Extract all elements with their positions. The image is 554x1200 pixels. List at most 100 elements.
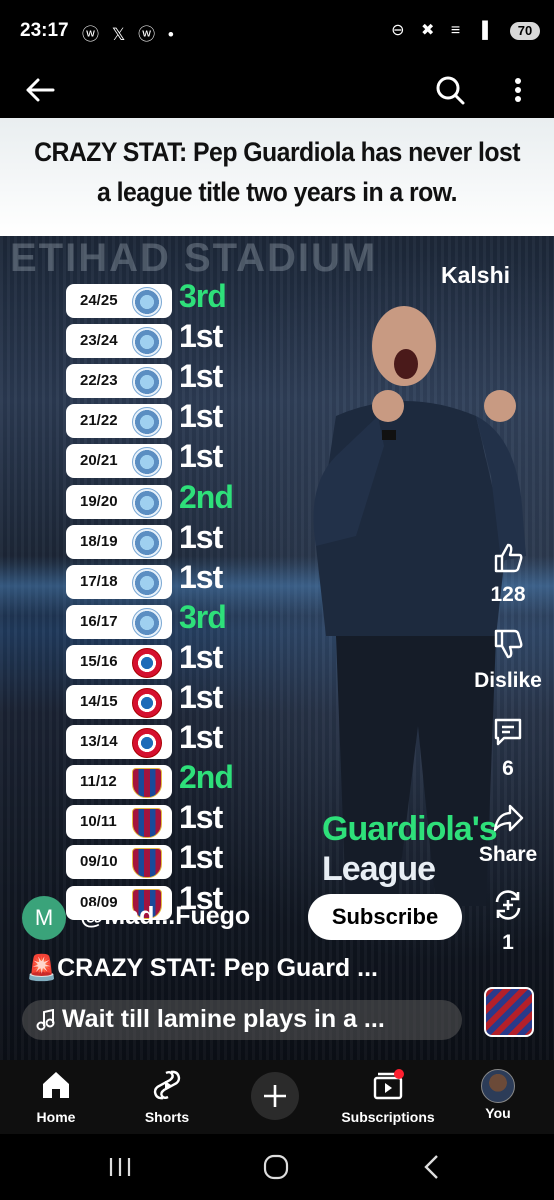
sound-thumbnail[interactable]	[484, 987, 534, 1037]
season-label: 09/10	[80, 853, 118, 871]
dislike-button[interactable]: Dislike	[466, 628, 550, 693]
nav-shorts[interactable]: Shorts	[136, 1068, 198, 1125]
season-label: 19/20	[80, 492, 118, 510]
overlay-title-line2: League	[322, 850, 436, 888]
season-label: 22/23	[80, 372, 118, 390]
season-pill: 16/17	[66, 604, 172, 639]
season-pill: 19/20	[66, 484, 172, 519]
league-finish: 2nd	[179, 478, 234, 515]
shorts-icon	[153, 1070, 181, 1100]
comments-button[interactable]: 6	[466, 716, 550, 781]
nav-create[interactable]	[251, 1072, 299, 1120]
battery-icon: 70	[510, 22, 540, 40]
remix-icon	[495, 890, 521, 920]
season-pill: 09/10	[66, 845, 172, 880]
home-icon	[43, 1072, 69, 1098]
season-pill: 15/16	[66, 644, 172, 679]
share-button[interactable]: Share	[466, 802, 550, 867]
season-pill: 21/22	[66, 404, 172, 439]
nav-home[interactable]: Home	[26, 1068, 86, 1125]
season-label: 21/22	[80, 412, 118, 430]
system-status-icons: ⊖ ✖ ≡ ▐	[391, 22, 494, 39]
status-time: 23:17	[20, 20, 69, 41]
league-finish: 1st	[179, 679, 223, 715]
season-label: 16/17	[80, 612, 118, 630]
city-crest-icon	[132, 567, 162, 598]
sound-title: Wait till lamine plays in a ...	[62, 1005, 385, 1033]
like-count: 128	[490, 583, 526, 606]
league-finish: 3rd	[179, 598, 227, 635]
season-pill: 11/12	[66, 765, 172, 800]
music-note-icon	[36, 1009, 55, 1031]
nav-you-label: You	[485, 1105, 511, 1121]
nav-subscriptions[interactable]: Subscriptions	[340, 1068, 436, 1125]
city-crest-icon	[132, 447, 162, 478]
season-label: 20/21	[80, 452, 118, 470]
league-finish: 1st	[179, 719, 223, 756]
profile-avatar	[481, 1069, 515, 1103]
bayern-crest-icon	[132, 728, 162, 759]
league-finish: 1st	[179, 318, 223, 355]
remix-count: 1	[502, 931, 514, 954]
thumbs-up-icon	[494, 543, 523, 573]
league-finish: 1st	[179, 358, 223, 395]
season-pill: 23/24	[66, 324, 172, 359]
season-label: 10/11	[80, 813, 117, 831]
comment-count: 6	[502, 757, 514, 780]
city-crest-icon	[132, 367, 162, 398]
nav-shorts-label: Shorts	[144, 1109, 190, 1125]
season-pill: 13/14	[66, 725, 172, 760]
headline-card: CRAZY STAT: Pep Guardiola has never lost…	[0, 118, 554, 236]
league-finish: 1st	[179, 799, 223, 836]
nav-you[interactable]: You	[476, 1068, 520, 1121]
back-chevron-icon[interactable]	[412, 1150, 452, 1184]
season-pill: 14/15	[66, 685, 172, 719]
more-options-icon[interactable]	[500, 70, 536, 110]
bayern-crest-icon	[132, 647, 162, 678]
nav-subscriptions-label: Subscriptions	[341, 1109, 435, 1125]
comment-icon	[494, 718, 522, 746]
league-finish: 2nd	[179, 759, 234, 796]
search-icon[interactable]	[428, 70, 472, 110]
barca-crest-icon	[132, 848, 162, 879]
create-button[interactable]	[251, 1072, 299, 1120]
like-button[interactable]: 128	[466, 542, 550, 607]
season-pill: 22/23	[66, 364, 172, 399]
remix-button[interactable]: 1	[466, 888, 550, 955]
season-label: 24/25	[80, 292, 118, 309]
channel-name[interactable]: @Mad...Fuego	[80, 902, 250, 931]
home-button-icon[interactable]	[256, 1150, 296, 1184]
league-finish: 1st	[179, 398, 223, 435]
barca-crest-icon	[132, 808, 162, 839]
video-title[interactable]: 🚨CRAZY STAT: Pep Guard ...	[26, 954, 378, 983]
plus-icon	[264, 1085, 286, 1107]
city-crest-icon	[132, 287, 162, 317]
season-pill: 24/25	[66, 284, 172, 318]
share-arrow-icon	[493, 804, 524, 832]
video-frame[interactable]: ETIHAD STADIUM Kalshi 24/25 3rd 23/24 1st 22…	[0, 236, 554, 1060]
season-pill: 17/18	[66, 564, 172, 599]
season-label: 14/15	[80, 693, 118, 710]
league-finish: 1st	[179, 638, 223, 675]
city-crest-icon	[132, 607, 162, 638]
city-crest-icon	[132, 487, 162, 518]
city-crest-icon	[132, 327, 162, 358]
top-bar	[0, 62, 554, 118]
status-bar: 23:17 ⓦ 𝕏 ⓦ • ⊖ ✖ ≡ ▐ 70	[0, 0, 554, 62]
season-label: 15/16	[80, 652, 118, 670]
thumbs-down-icon	[494, 629, 523, 659]
season-label: 11/12	[80, 773, 117, 791]
brand-watermark: Kalshi	[441, 262, 511, 288]
subscribe-button[interactable]: Subscribe	[308, 894, 462, 940]
season-pill: 18/19	[66, 524, 172, 559]
recent-apps-icon[interactable]	[100, 1150, 140, 1184]
back-arrow-icon[interactable]	[18, 70, 62, 110]
city-crest-icon	[132, 527, 162, 558]
sound-pill[interactable]: Wait till lamine plays in a ...	[22, 1000, 462, 1040]
channel-avatar[interactable]: M	[22, 896, 66, 940]
stadium-signage: ETIHAD STADIUM	[10, 236, 378, 280]
nav-home-label: Home	[36, 1109, 76, 1125]
season-pill: 10/11	[66, 805, 172, 840]
system-navigation-bar	[0, 1134, 554, 1200]
share-label: Share	[478, 843, 538, 866]
